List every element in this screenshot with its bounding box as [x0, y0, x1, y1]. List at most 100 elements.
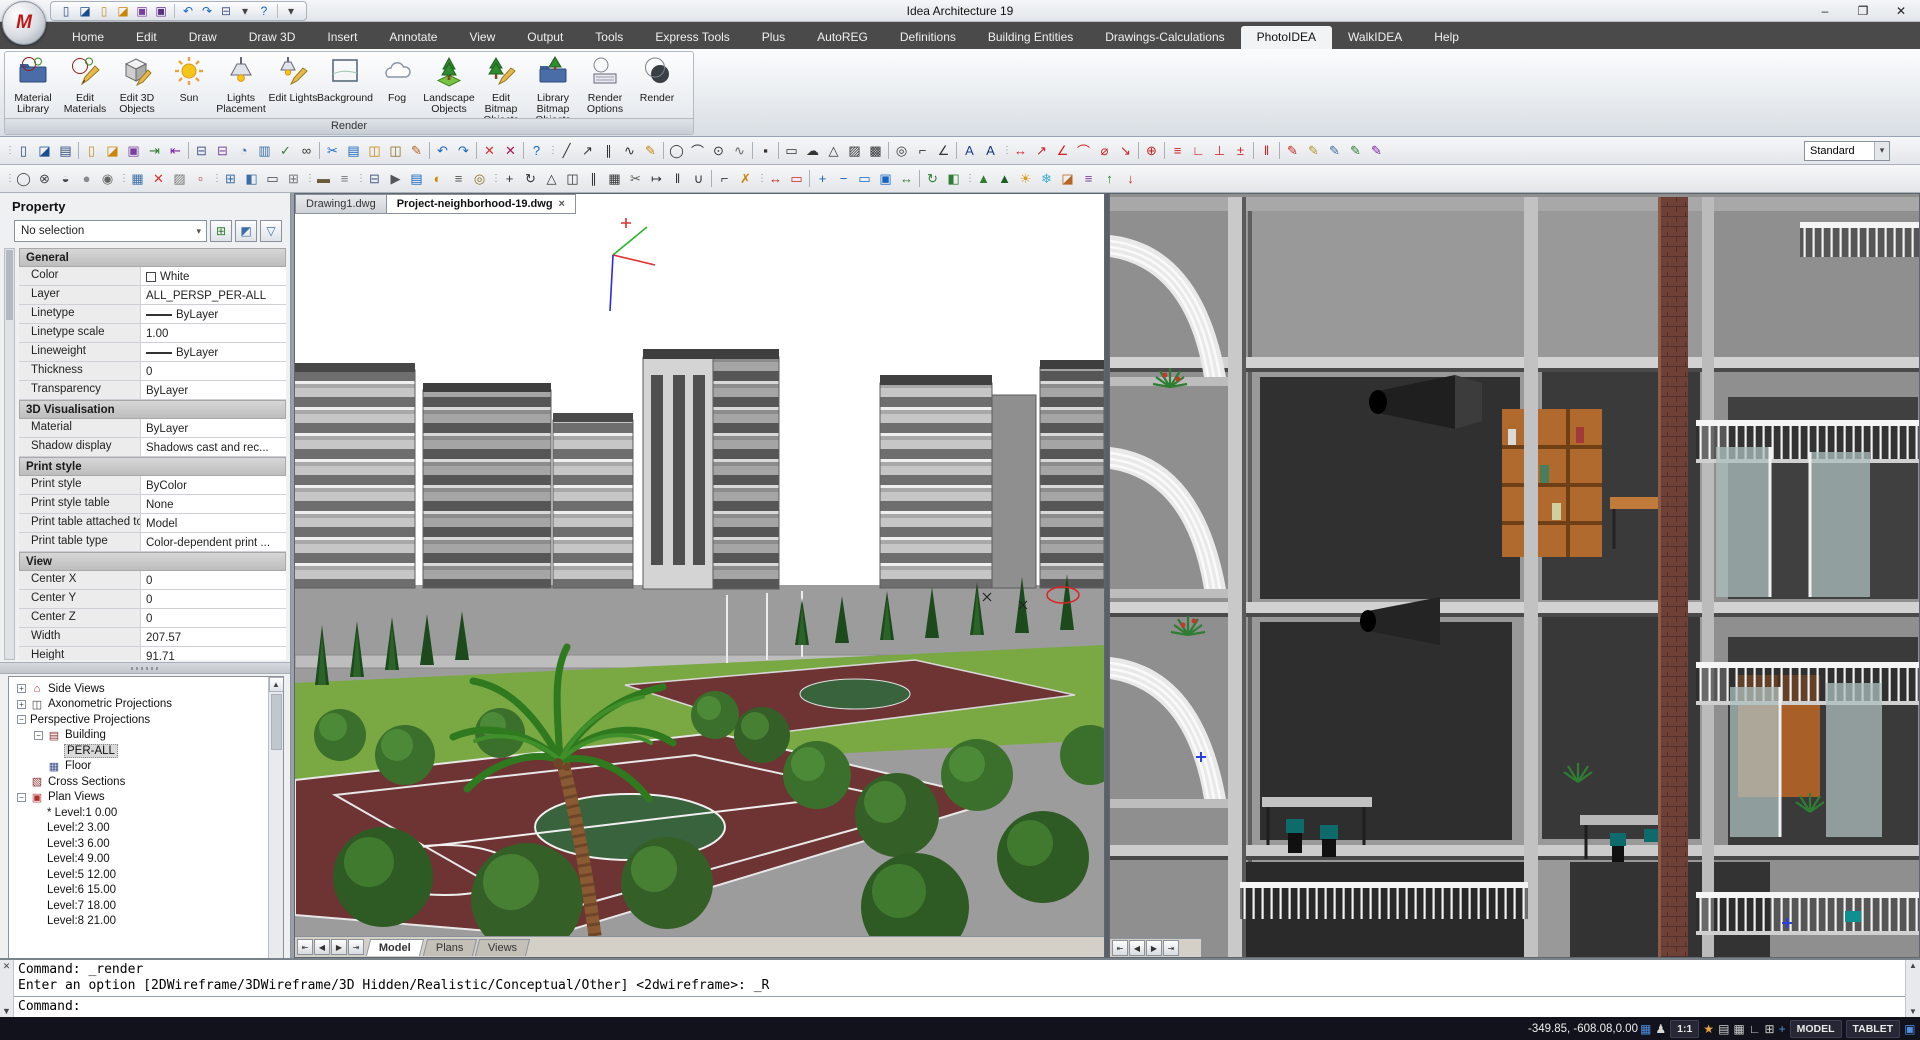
toolbar-handle[interactable]: ⋮ [1002, 141, 1009, 161]
zoom-in-icon[interactable]: + [812, 168, 833, 189]
vs-2d-wireframe-icon[interactable]: ◯ [13, 168, 34, 189]
pick-icon[interactable]: ▶ [385, 168, 406, 189]
prev-layout-icon[interactable]: ◀ [314, 939, 330, 955]
tab-home[interactable]: Home [56, 26, 120, 49]
export-acis-icon[interactable]: ⇤ [165, 140, 186, 161]
toolbar-handle[interactable]: ⋮ [212, 169, 219, 189]
array-icon[interactable]: ▦ [604, 168, 625, 189]
tab-draw[interactable]: Draw [173, 26, 233, 49]
library-bitmap-objects-button[interactable]: Library Bitmap Objects [527, 53, 579, 117]
landscape-tree-icon[interactable]: ▲ [973, 168, 994, 189]
page-setup-icon[interactable]: ▥ [254, 140, 275, 161]
tree-item-floor[interactable]: ▦Floor [9, 759, 283, 775]
fillet-edit-icon[interactable]: ⌐ [714, 168, 735, 189]
measure-icon[interactable]: ↔ [765, 168, 786, 189]
minimize-button[interactable]: – [1806, 0, 1844, 22]
bld-new-drawing-icon[interactable]: ▯ [57, 2, 75, 20]
parallel-lines-icon[interactable]: ∥ [598, 140, 619, 161]
expand-icon[interactable]: + [17, 684, 26, 693]
tab-express-tools[interactable]: Express Tools [639, 26, 745, 49]
chevron-down-icon[interactable]: ▼ [2, 1006, 11, 1016]
ray-icon[interactable]: ↗ [577, 140, 598, 161]
dim-style-edit-icon[interactable]: ✎ [1345, 140, 1366, 161]
tolerance-icon[interactable]: ± [1230, 140, 1251, 161]
save-icon[interactable]: ▣ [133, 2, 151, 20]
chamfer-icon[interactable]: ∠ [933, 140, 954, 161]
undo-icon[interactable]: ↶ [432, 140, 453, 161]
collapse-icon[interactable]: − [17, 793, 26, 802]
tab-draw-3d[interactable]: Draw 3D [233, 26, 312, 49]
break-icon[interactable]: ‖ [667, 168, 688, 189]
dim-baseline-icon[interactable]: ≡ [1167, 140, 1188, 161]
property-value[interactable]: 207.57 [141, 628, 286, 646]
snow-icon[interactable]: ❄ [1036, 168, 1057, 189]
sketch-icon[interactable]: ✎ [640, 140, 661, 161]
next-layout-icon[interactable]: ▶ [1146, 940, 1162, 956]
tree-item-axonometric-projections[interactable]: +◫Axonometric Projections [9, 697, 283, 713]
print-icon[interactable]: ⊟ [217, 2, 235, 20]
tab-view[interactable]: View [453, 26, 511, 49]
osnap-icon[interactable]: ⊞ [1765, 1022, 1775, 1036]
toolbar-handle[interactable]: ⋮ [119, 169, 126, 189]
left-viewport-render[interactable] [295, 215, 1104, 936]
mtext-icon[interactable]: A [980, 140, 1001, 161]
zoom-window-icon[interactable]: ▭ [854, 168, 875, 189]
otrack-icon[interactable]: + [1779, 1022, 1786, 1036]
print-preview-icon[interactable]: ◔ [233, 140, 254, 161]
render-small-icon[interactable]: ◐ [427, 168, 448, 189]
quick-select-button[interactable]: ⊞ [210, 220, 232, 242]
region-icon[interactable]: ▩ [865, 140, 886, 161]
orbit-icon[interactable]: ↻ [922, 168, 943, 189]
tree-scroll-thumb[interactable] [271, 694, 282, 750]
tree-item-cross-sections[interactable]: ▧Cross Sections [9, 774, 283, 790]
hatch-icon[interactable]: ▨ [844, 140, 865, 161]
toolbar-handle[interactable]: ⋮ [965, 169, 972, 189]
hatch-edit-icon[interactable]: ▨ [169, 168, 190, 189]
snap-grid-icon[interactable]: ▦ [1640, 1022, 1651, 1036]
line-icon[interactable]: ╱ [556, 140, 577, 161]
material-library-button[interactable]: Material Library [7, 53, 59, 117]
zoom-extents-icon[interactable]: ▣ [875, 168, 896, 189]
copy-icon[interactable]: ▤ [343, 140, 364, 161]
tree-item-perspective-projections[interactable]: −Perspective Projections [9, 712, 283, 728]
tab-autoreg[interactable]: AutoREG [801, 26, 884, 49]
railing-icon[interactable]: ≡ [334, 168, 355, 189]
tab-help[interactable]: Help [1418, 26, 1475, 49]
tree-item-per-all[interactable]: PER-ALL [9, 743, 283, 759]
tree-item-level-6-15-00[interactable]: Level:6 15.00 [9, 883, 283, 899]
prev-layout-icon[interactable]: ◀ [1129, 940, 1145, 956]
toolbar-handle[interactable]: ⋮ [757, 169, 764, 189]
bld-open-icon[interactable]: ◪ [76, 2, 94, 20]
join-icon[interactable]: ∪ [688, 168, 709, 189]
print-menu-icon[interactable]: ▾ [236, 2, 254, 20]
erase-icon[interactable]: ✕ [479, 140, 500, 161]
bld-sheet-manager-icon[interactable]: ▤ [55, 140, 76, 161]
paste-special-icon[interactable]: ◫ [385, 140, 406, 161]
scroll-up-icon[interactable]: ▲ [269, 677, 284, 692]
trim-icon[interactable]: ✂ [625, 168, 646, 189]
property-value[interactable]: ALL_PERSP_PER-ALL [141, 286, 286, 304]
toolbar-handle[interactable]: ⋮ [491, 169, 498, 189]
tab-insert[interactable]: Insert [311, 26, 373, 49]
vs-3d-wireframe-icon[interactable]: ⊗ [34, 168, 55, 189]
toolbar-handle[interactable]: ⋮ [5, 169, 12, 189]
redo-icon[interactable]: ↷ [453, 140, 474, 161]
dim-ordinate-icon[interactable]: ⊥ [1209, 140, 1230, 161]
property-value[interactable]: 0 [141, 571, 286, 589]
dim-override-icon[interactable]: ✎ [1366, 140, 1387, 161]
toolbar-handle[interactable]: ⋮ [548, 141, 555, 161]
property-value[interactable]: Shadows cast and rec... [141, 438, 286, 456]
spell-check-icon[interactable]: ✓ [275, 140, 296, 161]
tree-item--level-1-0-00[interactable]: * Level:1 0.00 [9, 805, 283, 821]
select-objects-button[interactable]: ◩ [235, 220, 257, 242]
maximize-button[interactable]: ❐ [1844, 0, 1882, 22]
edit-3d-objects-button[interactable]: Edit 3D Objects [111, 53, 163, 117]
plot-icon[interactable]: ⊟ [212, 140, 233, 161]
offset-icon[interactable]: ∥ [583, 168, 604, 189]
property-value[interactable]: 0 [141, 609, 286, 627]
polygon-icon[interactable]: △ [823, 140, 844, 161]
expand-icon[interactable]: + [17, 700, 26, 709]
property-value[interactable]: ByLayer [141, 419, 286, 437]
tab-definitions[interactable]: Definitions [884, 26, 972, 49]
tab-tools[interactable]: Tools [579, 26, 639, 49]
